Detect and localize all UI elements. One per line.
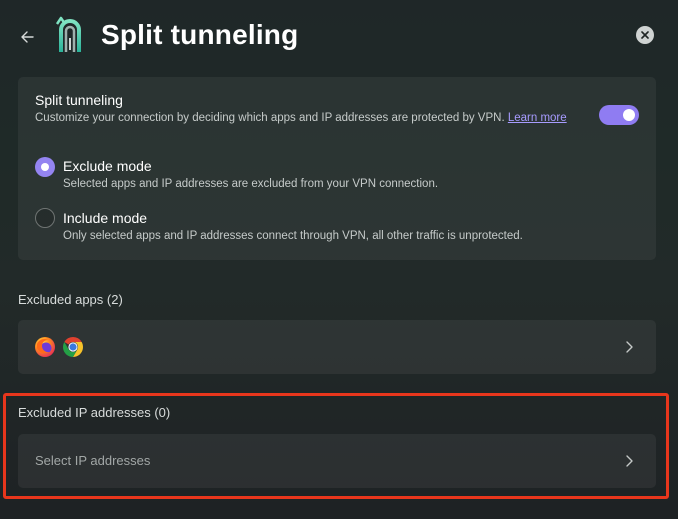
arrow-left-icon	[21, 31, 34, 43]
excluded-apps-row[interactable]	[18, 320, 656, 374]
exclude-mode-label[interactable]: Exclude mode	[63, 158, 152, 174]
include-mode-radio[interactable]	[35, 208, 55, 228]
app-logo-icon	[55, 16, 81, 52]
exclude-mode-description: Selected apps and IP addresses are exclu…	[63, 178, 439, 190]
exclude-mode-radio[interactable]	[35, 157, 55, 177]
chevron-right-icon	[626, 341, 633, 353]
include-mode-description: Only selected apps and IP addresses conn…	[63, 230, 523, 242]
radio-selected-dot	[41, 163, 49, 171]
include-mode-label[interactable]: Include mode	[63, 210, 147, 226]
firefox-icon	[35, 337, 55, 357]
page-header: Split tunneling	[0, 0, 678, 72]
page-title: Split tunneling	[101, 19, 299, 50]
close-icon	[641, 31, 649, 39]
close-button[interactable]	[636, 26, 654, 44]
split-tunneling-card: Split tunneling Customize your connectio…	[18, 77, 656, 260]
back-button[interactable]	[14, 24, 40, 50]
excluded-apps-label: Excluded apps (2)	[18, 292, 123, 307]
split-tunneling-title: Split tunneling	[35, 92, 123, 108]
highlight-box	[3, 393, 669, 499]
split-tunneling-toggle[interactable]	[599, 105, 639, 125]
toggle-knob	[623, 109, 635, 121]
description-text: Customize your connection by deciding wh…	[35, 112, 505, 124]
split-tunneling-description: Customize your connection by deciding wh…	[35, 110, 575, 126]
chrome-icon	[63, 337, 83, 357]
learn-more-link[interactable]: Learn more	[508, 112, 567, 124]
